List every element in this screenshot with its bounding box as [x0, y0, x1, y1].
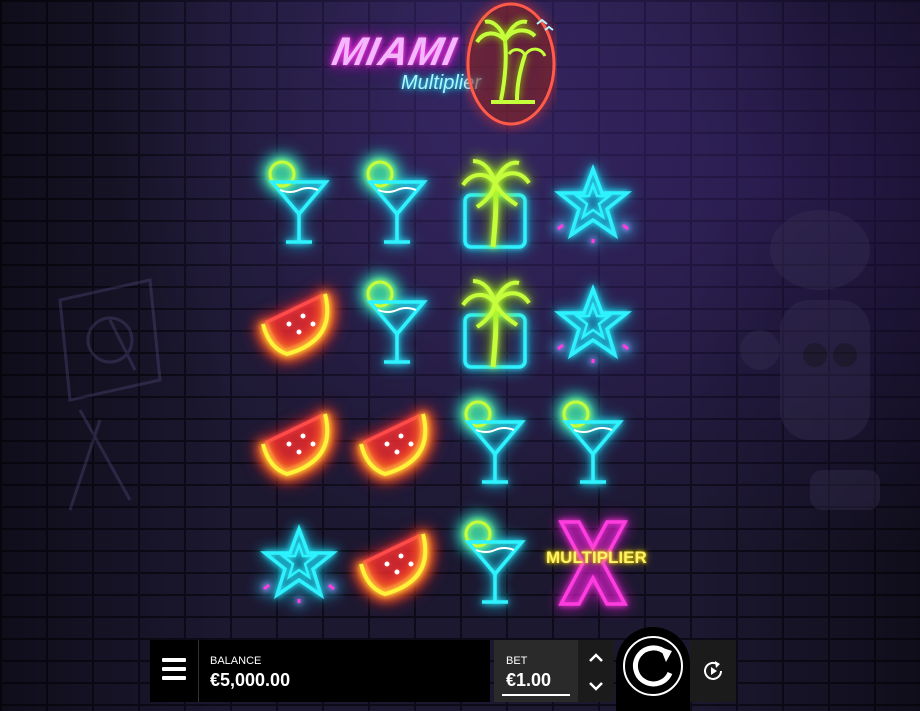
symbol-star: [546, 148, 640, 258]
logo-title: MIAMI: [328, 30, 461, 74]
spin-button[interactable]: [616, 627, 690, 711]
symbol-martini: [448, 508, 542, 618]
symbol-palm-tree: [448, 268, 542, 378]
symbol-watermelon: [350, 388, 444, 498]
graffiti-right-decoration: [740, 210, 880, 510]
symbol-martini: [252, 148, 346, 258]
control-bar: BALANCE €5,000.00 BET €1.00: [150, 627, 736, 711]
symbol-palm-tree: [448, 148, 542, 258]
symbol-watermelon: [252, 268, 346, 378]
symbol-multiplier: MULTIPLIER: [546, 508, 647, 618]
chevron-up-icon[interactable]: [586, 648, 606, 668]
symbol-martini: [350, 268, 444, 378]
spin-arrow-icon: [623, 636, 683, 696]
balance-value: €5,000.00: [210, 670, 291, 690]
balance-panel: BALANCE €5,000.00: [150, 640, 490, 702]
bet-label: BET: [506, 655, 528, 667]
symbol-martini: [546, 388, 640, 498]
symbol-martini: [448, 388, 542, 498]
divider: [198, 640, 199, 702]
graffiti-left-decoration: [58, 278, 162, 511]
symbol-star: [546, 268, 640, 378]
palm-badge-icon: [466, 2, 556, 126]
autoplay-button[interactable]: [690, 640, 736, 702]
bet-display[interactable]: BET €1.00: [494, 640, 578, 702]
symbol-martini: [350, 148, 444, 258]
balance-label: BALANCE: [210, 655, 262, 667]
reel-grid: MULTIPLIER: [252, 148, 647, 620]
hamburger-menu-icon[interactable]: [162, 658, 186, 684]
bet-stepper: [578, 640, 614, 702]
symbol-watermelon: [252, 388, 346, 498]
bet-value: €1.00: [506, 670, 552, 690]
bet-underline: [502, 694, 570, 696]
symbol-watermelon: [350, 508, 444, 618]
chevron-down-icon[interactable]: [586, 676, 606, 696]
autoplay-icon: [704, 661, 722, 680]
multiplier-label: MULTIPLIER: [546, 548, 647, 567]
symbol-star: [252, 508, 346, 618]
game-logo: MIAMI Multiplier: [325, 0, 565, 135]
